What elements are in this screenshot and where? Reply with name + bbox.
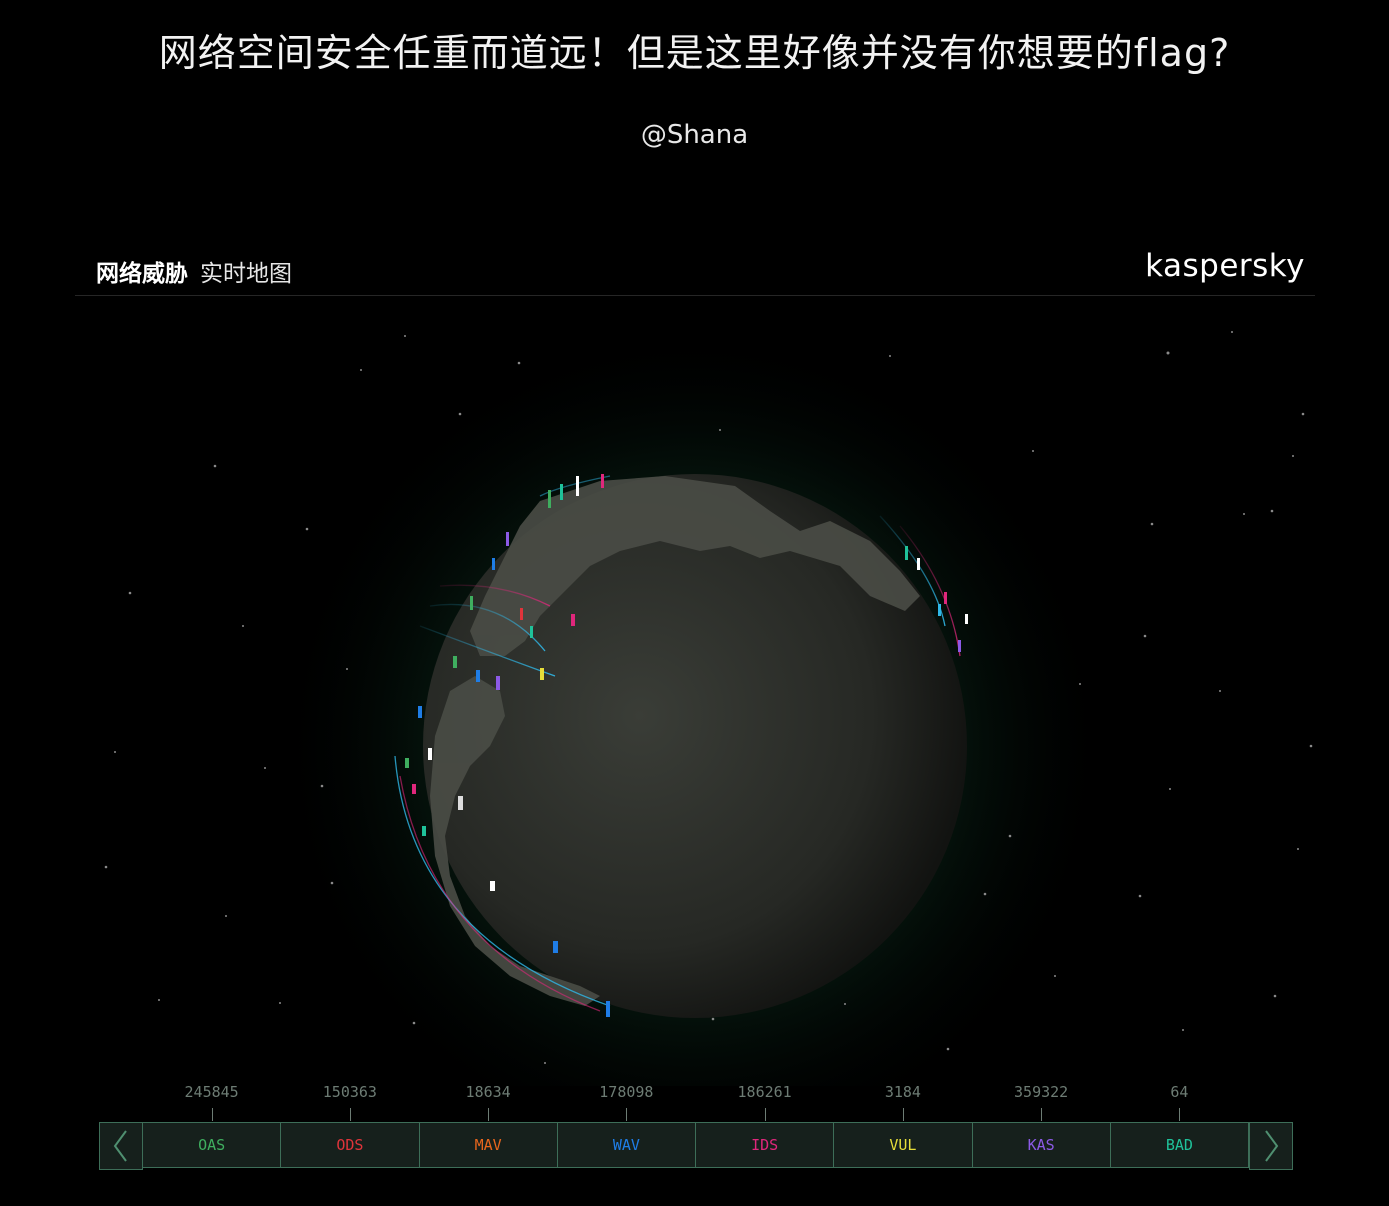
threat-count: 245845 (184, 1083, 239, 1101)
count-tick (626, 1108, 628, 1121)
tab-label: BAD (1165, 1136, 1193, 1154)
tab-ods[interactable]: 150363 ODS (281, 1083, 420, 1168)
tab-label: VUL (889, 1136, 917, 1154)
count-tick (1179, 1108, 1181, 1121)
tab-label: KAS (1027, 1136, 1055, 1154)
tab-label: MAV (474, 1136, 502, 1154)
count-tick (211, 1108, 213, 1121)
tab-mav[interactable]: 18634 MAV (419, 1083, 558, 1168)
page-headline: 网络空间安全任重而道远！但是这里好像并没有你想要的flag? (158, 31, 1231, 75)
brand-logo[interactable]: kaspersky (1145, 248, 1305, 284)
count-tick (349, 1108, 351, 1121)
map-title-strong: 网络威胁 (96, 261, 188, 287)
map-header: 网络威胁 实时地图 kaspersky (75, 240, 1315, 296)
threat-count: 359322 (1014, 1083, 1069, 1101)
count-tick (764, 1108, 766, 1121)
count-tick (1041, 1108, 1043, 1121)
tab-wav[interactable]: 178098 WAV (557, 1083, 696, 1168)
threat-count: 150363 (322, 1083, 377, 1101)
chevron-right-icon (1265, 1130, 1279, 1162)
tab-kas[interactable]: 359322 KAS (972, 1083, 1111, 1168)
tab-oas[interactable]: 245845 OAS (142, 1083, 282, 1168)
tab-ids[interactable]: 186261 IDS (696, 1083, 835, 1168)
threat-count: 18634 (465, 1083, 511, 1101)
threat-count: 178098 (599, 1083, 654, 1101)
count-tick (902, 1108, 904, 1121)
map-title: 网络威胁 实时地图 (96, 254, 292, 288)
threat-tabs: 245845 OAS 150363 ODS 18634 MAV 178098 WAV 18626… (142, 1083, 1249, 1168)
author-credit: @Shana (640, 120, 749, 150)
tab-bad[interactable]: 64 BAD (1110, 1083, 1249, 1168)
tab-label: WAV (612, 1136, 640, 1154)
map-title-light: 实时地图 (200, 261, 292, 287)
globe-sphere (423, 474, 967, 1018)
tab-label: ODS (336, 1136, 364, 1154)
chevron-left-icon (113, 1130, 127, 1162)
prev-button[interactable] (99, 1122, 143, 1170)
count-tick (488, 1108, 490, 1121)
tab-vul[interactable]: 3184 VUL (834, 1083, 973, 1168)
threat-count: 3184 (884, 1083, 921, 1101)
threat-map-scene[interactable] (0, 296, 1389, 1086)
tab-label: OAS (198, 1136, 226, 1154)
threat-stats-bar: 245845 OAS 150363 ODS 18634 MAV 178098 WAV 18626… (99, 1080, 1293, 1170)
threat-count: 64 (1170, 1083, 1189, 1101)
tab-label: IDS (751, 1136, 779, 1154)
globe-canvas[interactable] (0, 296, 1389, 1086)
threat-count: 186261 (737, 1083, 792, 1101)
next-button[interactable] (1249, 1122, 1293, 1170)
